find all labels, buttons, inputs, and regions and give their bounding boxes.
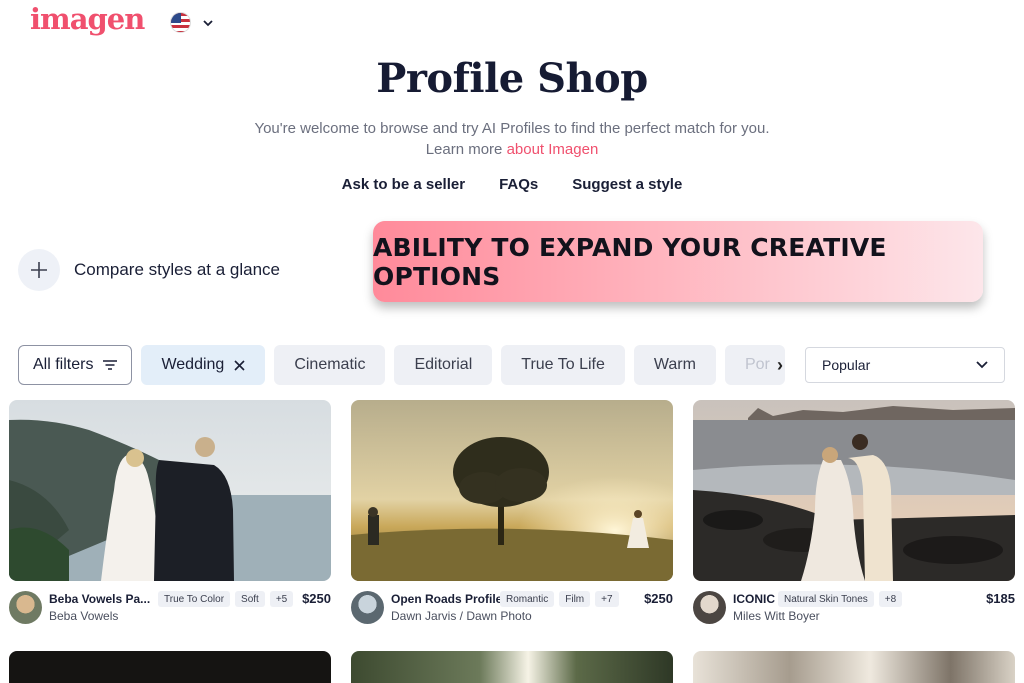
profile-tags: Romantic Film +7 (500, 591, 619, 607)
page-subtitle: You're welcome to browse and try AI Prof… (0, 118, 1024, 160)
promo-banner: ABILITY TO EXPAND YOUR CREATIVE OPTIONS (373, 221, 983, 302)
profile-author[interactable]: Miles Witt Boyer (733, 609, 820, 623)
profile-author[interactable]: Beba Vowels (49, 609, 118, 623)
profile-card-image-partial[interactable] (351, 651, 673, 683)
profile-price: $250 (302, 591, 331, 606)
style-tag[interactable]: True To Color (158, 591, 231, 607)
profile-price: $250 (644, 591, 673, 606)
compare-styles-label: Compare styles at a glance (74, 260, 280, 279)
imagen-logo[interactable]: imagen (30, 2, 145, 36)
profile-price: $185 (986, 591, 1015, 606)
profile-tags: Natural Skin Tones +8 (778, 591, 903, 607)
style-tag[interactable]: Natural Skin Tones (778, 591, 874, 607)
profile-card-meta: ICONIC Miles Witt Boyer Natural Skin Ton… (693, 591, 1015, 625)
faqs-link[interactable]: FAQs (499, 176, 538, 193)
filter-chip-partial[interactable]: Por › (724, 345, 785, 385)
profile-card[interactable]: Open Roads Profile Dawn Jarvis / Dawn Ph… (351, 400, 673, 624)
filter-bar: All filters Wedding Cinematic Editorial … (18, 345, 785, 385)
profile-author[interactable]: Dawn Jarvis / Dawn Photo (391, 609, 532, 623)
style-tag[interactable]: Romantic (500, 591, 555, 607)
us-flag-icon (170, 12, 191, 33)
chevron-right-icon[interactable]: › (777, 355, 783, 376)
profile-card-image-partial[interactable] (693, 651, 1015, 683)
profile-name[interactable]: ICONIC (733, 592, 775, 606)
chevron-down-icon (976, 361, 988, 369)
avatar (9, 591, 42, 624)
profile-card-image-partial[interactable] (9, 651, 331, 683)
profile-card[interactable]: Beba Vowels Pa... Beba Vowels True To Co… (9, 400, 331, 624)
filter-chip-warm[interactable]: Warm (633, 345, 716, 385)
profile-card-meta: Open Roads Profile Dawn Jarvis / Dawn Ph… (351, 591, 673, 625)
filter-chip-label: Por (744, 356, 770, 373)
style-tag[interactable]: Film (559, 591, 591, 607)
top-bar: imagen (0, 0, 1024, 48)
page-title: Profile Shop (376, 55, 648, 102)
profile-tags: True To Color Soft +5 (158, 591, 294, 607)
filter-chip-wedding[interactable]: Wedding (141, 345, 266, 385)
filter-chip-label: Wedding (161, 356, 225, 373)
profile-cover-image[interactable] (693, 400, 1015, 581)
style-tag-more[interactable]: +8 (878, 591, 903, 607)
all-filters-button[interactable]: All filters (18, 345, 133, 385)
style-tag-more[interactable]: +5 (269, 591, 294, 607)
profile-card[interactable]: ICONIC Miles Witt Boyer Natural Skin Ton… (693, 400, 1015, 624)
profile-name[interactable]: Open Roads Profile (391, 592, 502, 606)
profile-card-meta: Beba Vowels Pa... Beba Vowels True To Co… (9, 591, 331, 625)
suggest-style-link[interactable]: Suggest a style (572, 176, 682, 193)
language-selector[interactable] (170, 12, 213, 33)
profile-name[interactable]: Beba Vowels Pa... (49, 592, 150, 606)
subtitle-prefix: Learn more (425, 141, 507, 158)
avatar (693, 591, 726, 624)
subtitle-line-2: Learn more about Imagen (0, 139, 1024, 160)
style-tag[interactable]: Soft (235, 591, 265, 607)
filter-icon (103, 360, 118, 370)
avatar (351, 591, 384, 624)
sort-select[interactable]: Popular (805, 347, 1005, 383)
chevron-down-icon (203, 19, 213, 26)
sort-selected-value: Popular (822, 357, 871, 373)
filter-chip-editorial[interactable]: Editorial (394, 345, 493, 385)
filter-chip-cinematic[interactable]: Cinematic (274, 345, 386, 385)
all-filters-label: All filters (33, 356, 94, 373)
compare-styles-button[interactable]: Compare styles at a glance (18, 249, 280, 291)
about-imagen-link[interactable]: about Imagen (507, 141, 599, 158)
promo-banner-text: ABILITY TO EXPAND YOUR CREATIVE OPTIONS (373, 232, 887, 291)
close-icon[interactable] (234, 359, 245, 371)
subtitle-line-1: You're welcome to browse and try AI Prof… (254, 120, 770, 137)
profile-cover-image[interactable] (351, 400, 673, 581)
ask-to-be-seller-link[interactable]: Ask to be a seller (342, 176, 465, 193)
profile-cover-image[interactable] (9, 400, 331, 581)
filter-chip-true-to-life[interactable]: True To Life (501, 345, 625, 385)
hero-links: Ask to be a seller FAQs Suggest a style (0, 176, 1024, 193)
plus-icon (18, 249, 60, 291)
style-tag-more[interactable]: +7 (595, 591, 619, 607)
